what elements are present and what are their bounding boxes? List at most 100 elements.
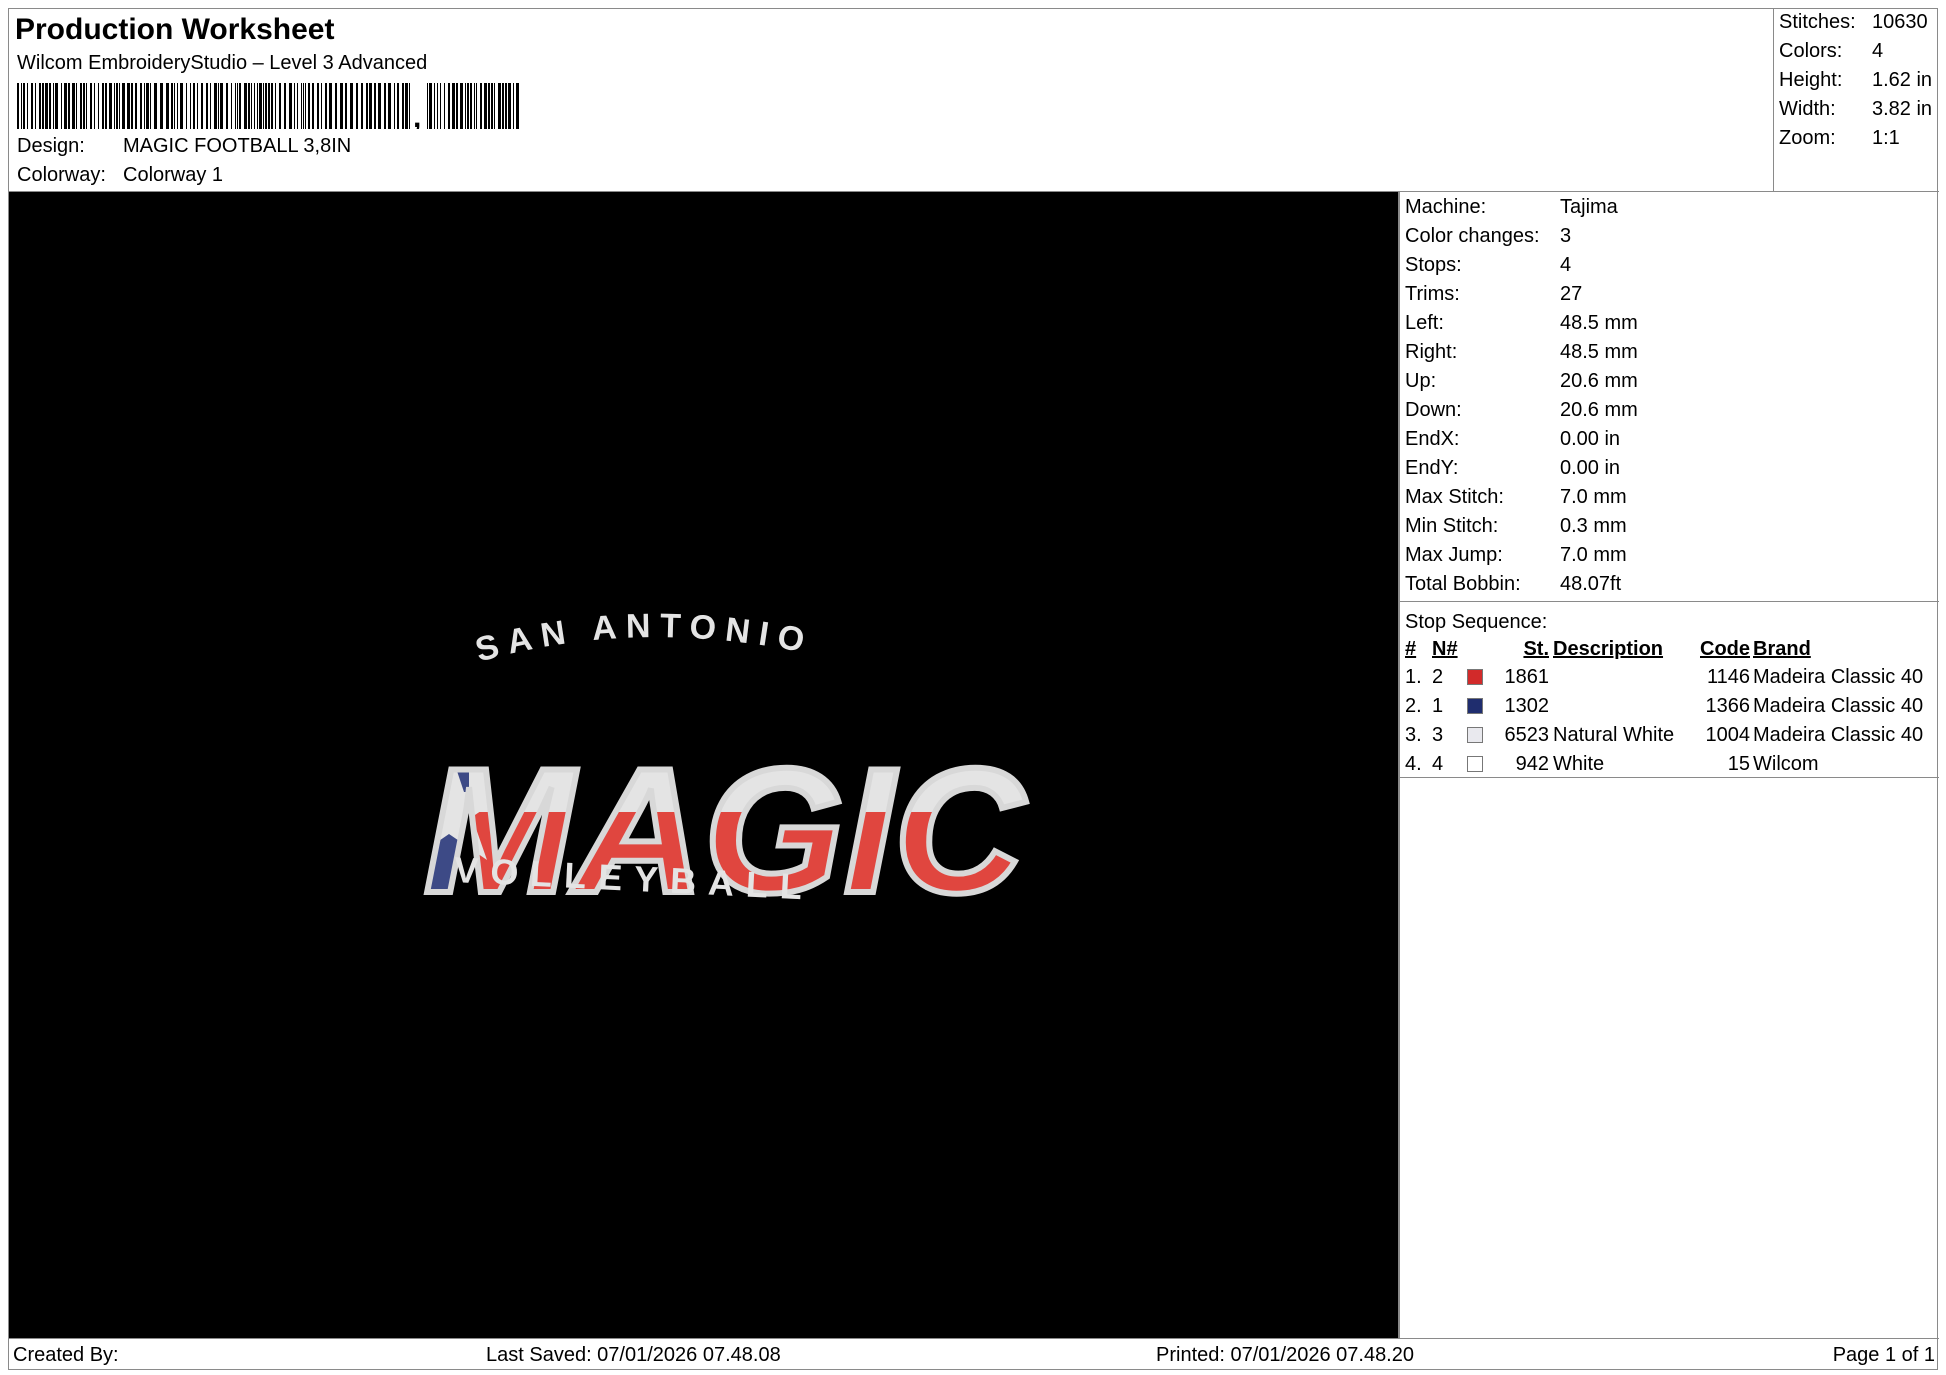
stat-row: Up: 20.6 mm	[1405, 370, 1638, 393]
stat-value: 0.00 in	[1560, 428, 1621, 450]
stat-label: Left:	[1405, 312, 1444, 334]
summary-row: Stitches: 10630	[1779, 11, 1928, 34]
stat-value: 20.6 mm	[1560, 399, 1638, 421]
stop-needle: 4	[1432, 753, 1444, 775]
stat-label: EndY:	[1405, 457, 1459, 479]
stat-label: Min Stitch:	[1405, 515, 1499, 537]
stat-row: Color changes: 3	[1405, 225, 1571, 248]
col-header-num: #	[1405, 638, 1417, 660]
stop-stitches: 1861	[1504, 666, 1550, 688]
colorway-value: Colorway 1	[123, 164, 224, 186]
last-saved: Last Saved: 07/01/2026 07.48.08	[486, 1344, 781, 1366]
design-label: Design:	[17, 135, 85, 157]
stat-label: Machine:	[1405, 196, 1487, 218]
san-antonio-text: SAN ANTONIO	[471, 607, 816, 670]
stat-value: 4	[1560, 254, 1572, 276]
stat-value: Tajima	[1560, 196, 1618, 218]
created-by: Created By:	[13, 1344, 119, 1366]
stop-stitches: 6523	[1504, 724, 1550, 746]
stat-label: Right:	[1405, 341, 1458, 363]
colorway-row: Colorway: Colorway 1	[17, 164, 223, 187]
summary-value: 1.62 in	[1872, 69, 1933, 91]
stat-label: EndX:	[1405, 428, 1460, 450]
summary-row: Height: 1.62 in	[1779, 69, 1932, 92]
summary-row: Colors: 4	[1779, 40, 1883, 63]
svg-text:,: ,	[413, 101, 421, 129]
summary-value: 10630	[1872, 11, 1928, 33]
stop-code: 1004	[1705, 724, 1751, 746]
stat-label: Max Jump:	[1405, 544, 1503, 566]
summary-value: 4	[1872, 40, 1884, 62]
stat-row: Max Jump: 7.0 mm	[1405, 544, 1627, 567]
machine-stats: Machine: Tajima Color changes: 3 Stops: 4 T…	[1400, 192, 1939, 602]
color-swatch	[1467, 698, 1483, 714]
stop-description: Natural White	[1553, 724, 1675, 746]
page-title: Production Worksheet	[15, 13, 335, 46]
stop-code: 15	[1727, 753, 1750, 775]
stop-stitches: 942	[1515, 753, 1549, 775]
software-name: Wilcom EmbroideryStudio – Level 3 Advanc…	[17, 52, 428, 74]
col-header-n: N#	[1432, 638, 1458, 660]
stop-code: 1366	[1705, 695, 1751, 717]
stop-brand: Madeira Classic 40	[1753, 724, 1924, 746]
summary-row: Width: 3.82 in	[1779, 98, 1932, 121]
stat-label: Trims:	[1405, 283, 1460, 305]
colorway-label: Colorway:	[17, 164, 106, 186]
stat-label: Max Stitch:	[1405, 486, 1504, 508]
stat-value: 7.0 mm	[1560, 544, 1627, 566]
stop-needle: 3	[1432, 724, 1444, 746]
stop-sequence: Stop Sequence: # N# St. Description Code…	[1400, 602, 1939, 778]
design-row: Design: MAGIC FOOTBALL 3,8IN	[17, 135, 351, 158]
worksheet-footer: Created By: Last Saved: 07/01/2026 07.48…	[9, 1338, 1939, 1371]
stat-row: Trims: 27	[1405, 283, 1582, 306]
summary-box: Stitches: 10630 Colors: 4 Height: 1.62 in W…	[1773, 9, 1938, 192]
stop-brand: Wilcom	[1753, 753, 1819, 775]
summary-value: 1:1	[1872, 127, 1900, 149]
summary-label: Stitches:	[1779, 11, 1856, 33]
stop-needle: 1	[1432, 695, 1444, 717]
embroidery-logo: MAGIC SAN ANTONIO MAGIC VOLLEYBALL	[421, 607, 1029, 933]
stop-num: 2.	[1405, 695, 1422, 717]
stat-value: 48.5 mm	[1560, 341, 1638, 363]
design-preview: MAGIC SAN ANTONIO MAGIC VOLLEYBALL	[9, 192, 1398, 1338]
stat-row: Down: 20.6 mm	[1405, 399, 1638, 422]
design-value: MAGIC FOOTBALL 3,8IN	[123, 135, 352, 157]
summary-label: Zoom:	[1779, 127, 1836, 149]
stop-num: 4.	[1405, 753, 1422, 775]
col-header-st: St.	[1523, 638, 1549, 660]
stat-row: EndX: 0.00 in	[1405, 428, 1620, 451]
stat-value: 48.07ft	[1560, 573, 1622, 595]
color-swatch	[1467, 727, 1483, 743]
stop-sequence-title: Stop Sequence:	[1405, 611, 1548, 633]
summary-row: Zoom: 1:1	[1779, 127, 1900, 150]
stat-row: Total Bobbin: 48.07ft	[1405, 573, 1621, 596]
stat-value: 7.0 mm	[1560, 486, 1627, 508]
col-header-description: Description	[1553, 638, 1664, 660]
stat-value: 27	[1560, 283, 1583, 305]
summary-value: 3.82 in	[1872, 98, 1933, 120]
stat-row: EndY: 0.00 in	[1405, 457, 1620, 480]
stat-value: 20.6 mm	[1560, 370, 1638, 392]
stat-value: 48.5 mm	[1560, 312, 1638, 334]
stats-panel: Machine: Tajima Color changes: 3 Stops: 4 T…	[1398, 192, 1939, 1338]
stat-row: Machine: Tajima	[1405, 196, 1618, 219]
summary-label: Colors:	[1779, 40, 1843, 62]
stat-row: Left: 48.5 mm	[1405, 312, 1638, 335]
barcode-graphic: ,	[17, 83, 519, 129]
col-header-code: Code	[1700, 638, 1750, 660]
stat-row: Stops: 4	[1405, 254, 1571, 277]
color-swatch	[1467, 669, 1483, 685]
stat-row: Min Stitch: 0.3 mm	[1405, 515, 1627, 538]
stat-value: 3	[1560, 225, 1572, 247]
stat-value: 0.3 mm	[1560, 515, 1627, 537]
stat-row: Max Stitch: 7.0 mm	[1405, 486, 1627, 509]
stat-row: Right: 48.5 mm	[1405, 341, 1638, 364]
stop-needle: 2	[1432, 666, 1444, 688]
summary-label: Width:	[1779, 98, 1836, 120]
col-header-brand: Brand	[1753, 638, 1811, 660]
color-swatch	[1467, 756, 1483, 772]
stop-brand: Madeira Classic 40	[1753, 695, 1924, 717]
stat-label: Down:	[1405, 399, 1462, 421]
header-info: Production Worksheet Wilcom EmbroiderySt…	[13, 9, 1713, 192]
stat-label: Total Bobbin:	[1405, 573, 1521, 595]
